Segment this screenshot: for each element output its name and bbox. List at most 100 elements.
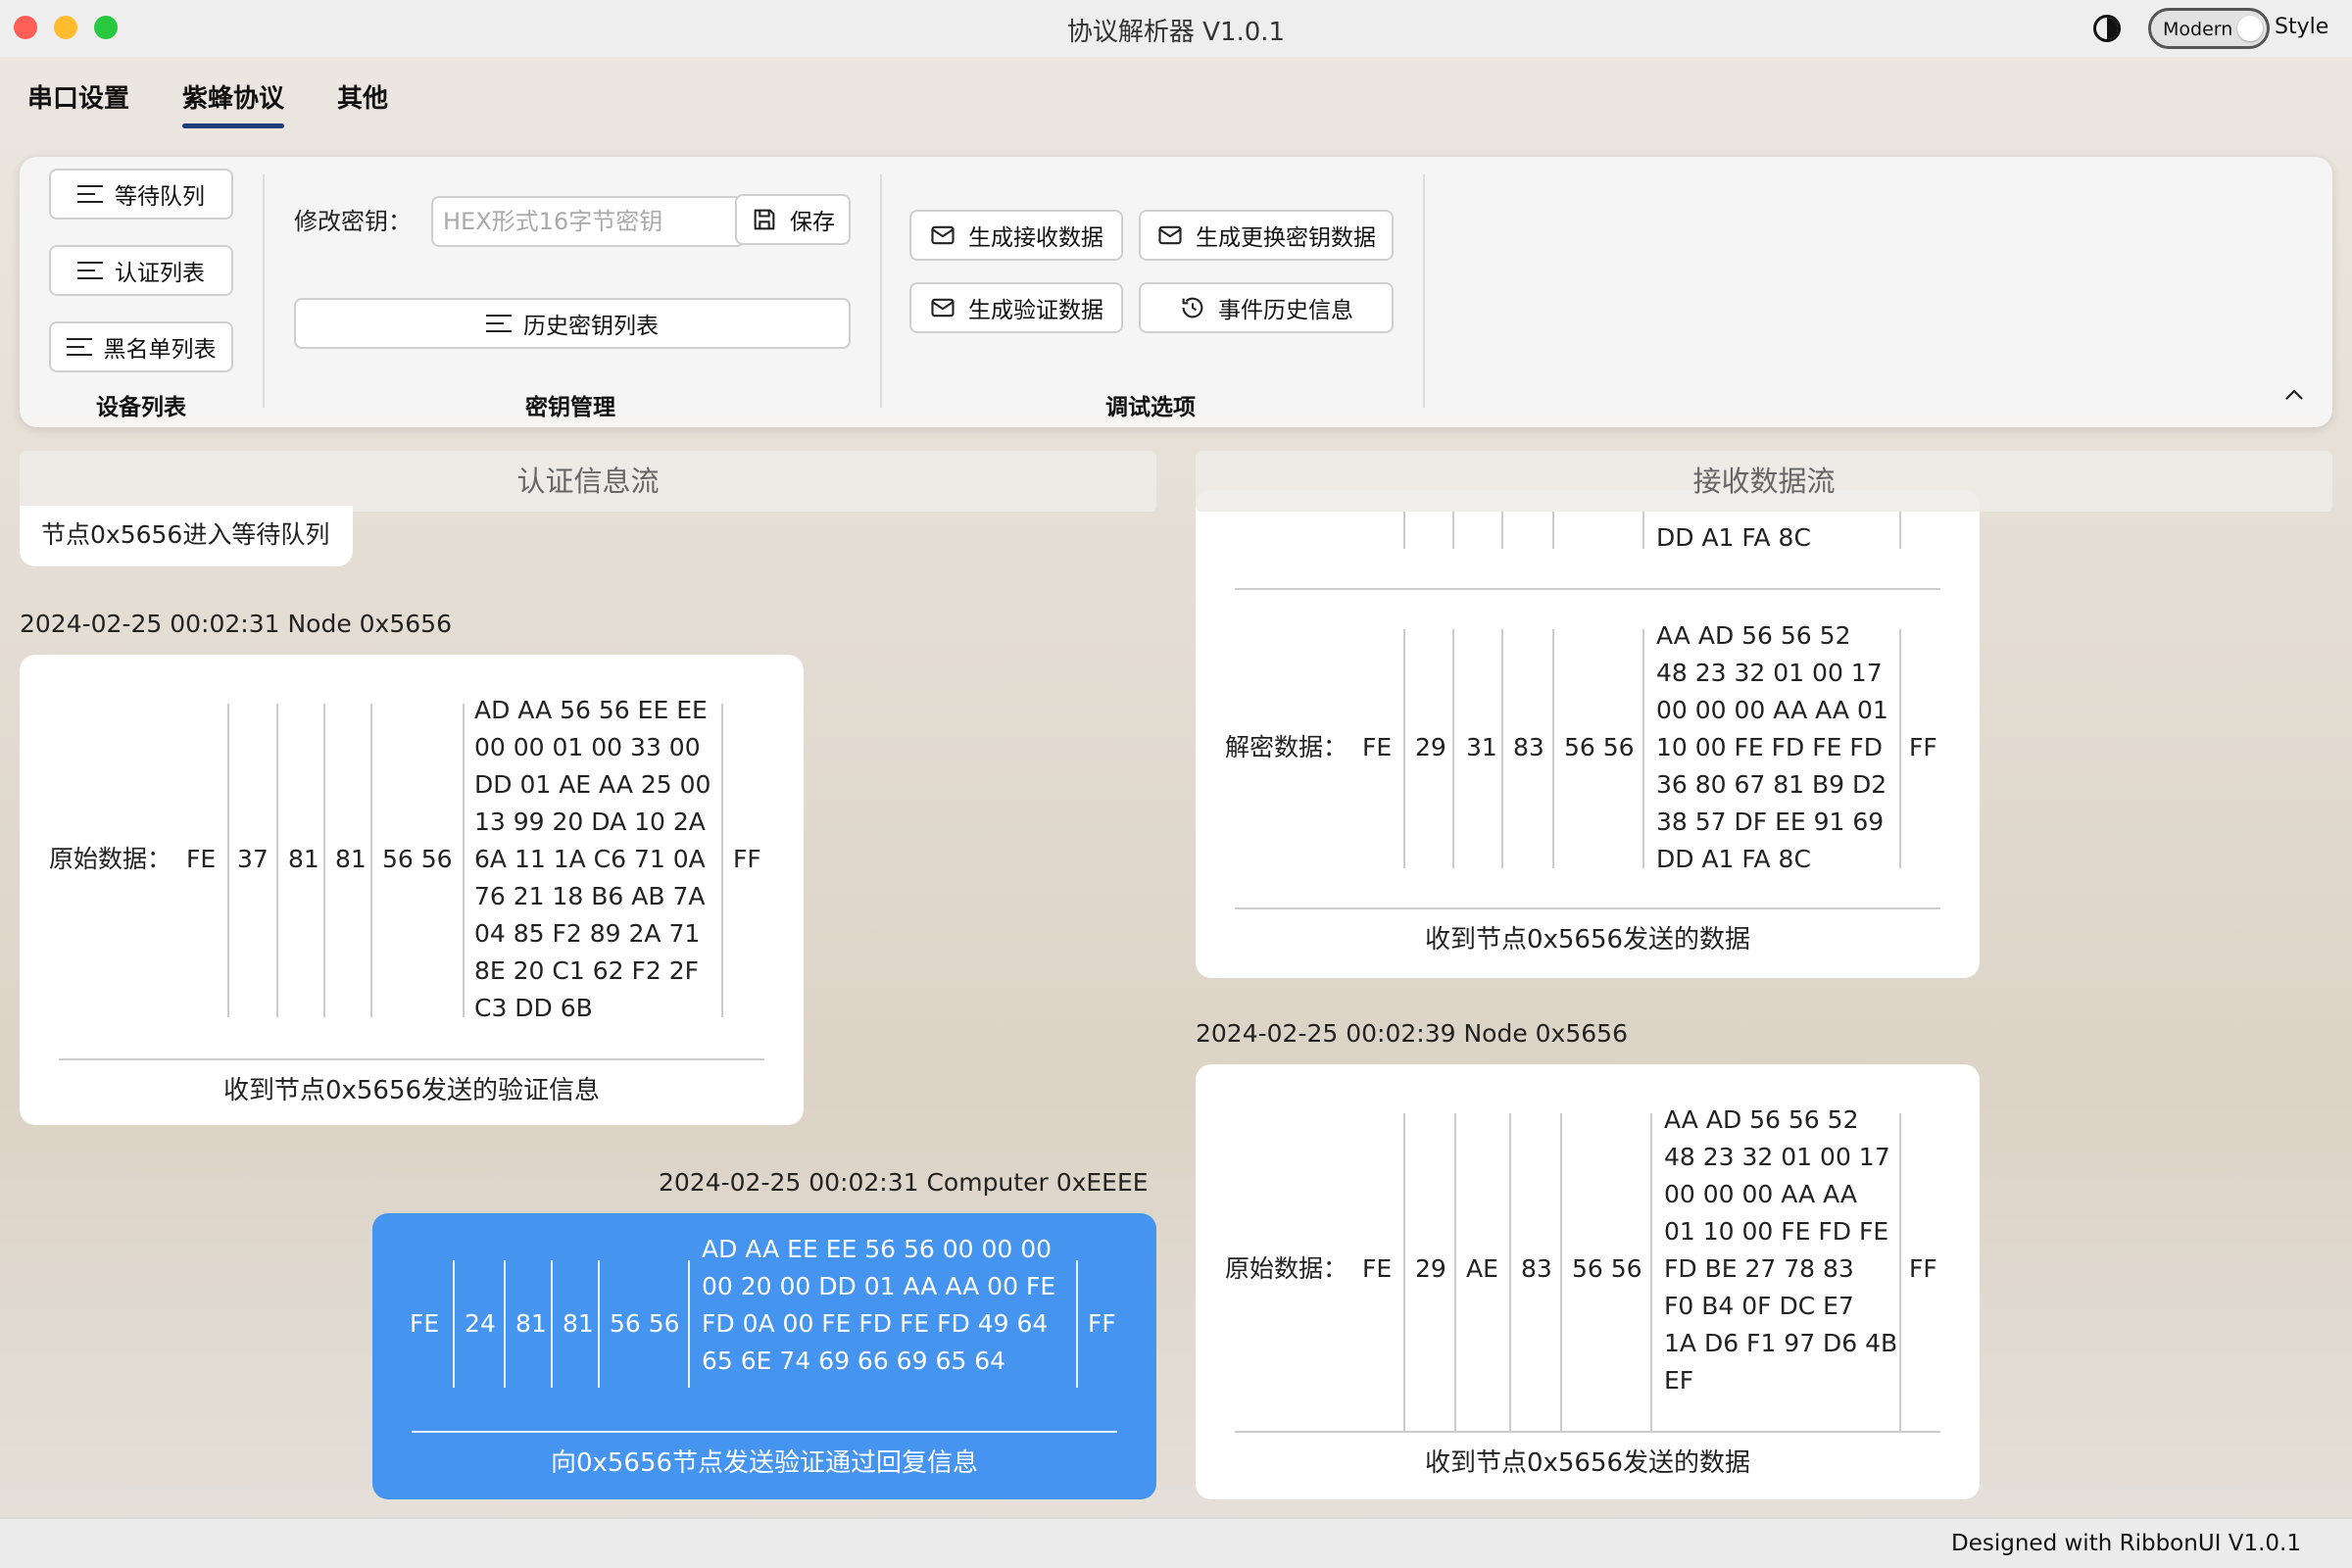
auth-list-button[interactable]: 认证列表 (49, 245, 233, 296)
save-icon (754, 209, 775, 230)
frame-cell: 24 (465, 1309, 496, 1338)
cell-divider (1642, 512, 1644, 549)
tab-serial-settings[interactable]: 串口设置 (27, 78, 129, 128)
cell-divider (1501, 512, 1503, 549)
raw-message-card: 原始数据： FE 29 AE 83 56 56 AA AD 56 56 52 4… (1196, 1064, 1980, 1499)
frame-cell: 81 (288, 845, 319, 873)
style-toggle-label: Modern (2163, 19, 2233, 40)
cell-divider (1403, 1113, 1405, 1433)
cell-divider (1899, 1113, 1901, 1433)
data-label: 原始数据： (1225, 1254, 1348, 1283)
decrypted-message-card: DD A1 FA 8C 解密数据： FE 29 31 83 56 56 AA A… (1196, 490, 1980, 978)
cell-divider (1560, 1113, 1562, 1433)
cell-divider (551, 1260, 553, 1388)
frame-cell: AE (1466, 1254, 1498, 1283)
message-caption: 收到节点0x5656发送的数据 (1424, 925, 1751, 955)
key-history-button[interactable]: 历史密钥列表 (294, 298, 851, 349)
frame-cell: 83 (1521, 1254, 1552, 1283)
payload-cell: DD A1 FA 8C (1656, 523, 1811, 552)
row-divider (1235, 588, 1940, 590)
list-icon (77, 185, 103, 203)
frame-cell: FF (1909, 1254, 1937, 1283)
tab-zigbee-protocol[interactable]: 紫蜂协议 (182, 78, 285, 128)
mail-icon (1158, 225, 1182, 245)
collapse-ribbon-icon[interactable] (2283, 384, 2305, 406)
cell-divider (370, 704, 372, 1017)
data-label: 原始数据： (49, 845, 172, 873)
log-timestamp: 2024-02-25 00:02:39 Node 0x5656 (1196, 1019, 1628, 1048)
frame-cell: 83 (1513, 733, 1544, 761)
frame-cell: FE (186, 845, 217, 873)
blacklist-button[interactable]: 黑名单列表 (49, 321, 233, 372)
waiting-queue-notice: 节点0x5656进入等待队列 (20, 506, 353, 566)
key-input[interactable] (431, 196, 745, 247)
contrast-icon[interactable] (2093, 15, 2121, 42)
style-label: Style (2275, 15, 2329, 39)
cell-divider (1452, 512, 1454, 549)
cell-divider (598, 1260, 600, 1388)
toggle-knob (2237, 16, 2263, 41)
cell-divider (1509, 1113, 1511, 1433)
recv-stream-header: 接收数据流 (1196, 451, 2332, 512)
cell-divider (227, 704, 229, 1017)
message-caption: 收到节点0x5656发送的数据 (1424, 1448, 1751, 1478)
cell-divider (1650, 1113, 1652, 1433)
title-bar: 协议解析器 V1.0.1 Modern Style (0, 0, 2352, 57)
frame-cell: FF (733, 845, 761, 873)
history-icon (1182, 297, 1203, 318)
debug-group-label: 调试选项 (1105, 395, 1196, 420)
group-divider (1423, 174, 1425, 408)
modify-key-label: 修改密钥： (294, 208, 412, 235)
auth-message-card: 原始数据： FE 37 81 81 56 56 AD AA 56 56 EE E… (20, 655, 804, 1125)
cell-divider (688, 1260, 690, 1388)
gen-receive-data-button[interactable]: 生成接收数据 (909, 210, 1123, 261)
caption-divider (412, 1431, 1117, 1433)
cell-divider (323, 704, 325, 1017)
frame-cell: 37 (237, 845, 269, 873)
cell-divider (1899, 629, 1901, 868)
caption-divider (1235, 907, 1940, 909)
cell-divider (1642, 629, 1644, 868)
list-icon (77, 262, 103, 279)
event-history-button[interactable]: 事件历史信息 (1139, 282, 1394, 333)
style-toggle[interactable]: Modern (2148, 8, 2270, 49)
data-label: 解密数据： (1225, 733, 1348, 761)
log-timestamp: 2024-02-25 00:02:31 Computer 0xEEEE (659, 1168, 1149, 1197)
payload-cell: AA AD 56 56 52 48 23 32 01 00 17 00 00 0… (1664, 1105, 1898, 1395)
cell-divider (1501, 629, 1503, 868)
caption-divider (1235, 1431, 1940, 1433)
list-icon (486, 315, 512, 332)
gen-change-key-data-button[interactable]: 生成更换密钥数据 (1139, 210, 1394, 261)
cell-divider (1454, 1113, 1456, 1433)
cell-divider (1076, 1260, 1078, 1388)
status-bar: Designed with RibbonUI V1.0.1 (0, 1517, 2352, 1568)
frame-cell: 29 (1415, 733, 1446, 761)
save-key-button[interactable]: 保存 (735, 194, 851, 245)
ribbon-panel: 等待队列 认证列表 黑名单列表 设备列表 修改密钥： 保存 历史密钥列表 密钥管… (20, 157, 2332, 427)
cell-divider (1403, 512, 1405, 549)
frame-cell: 56 56 (1572, 1254, 1642, 1283)
cell-divider (721, 704, 723, 1017)
frame-cell: 56 56 (1564, 733, 1635, 761)
frame-cell: FF (1088, 1309, 1116, 1338)
cell-divider (1552, 629, 1554, 868)
frame-cell: 81 (335, 845, 367, 873)
tab-other[interactable]: 其他 (337, 78, 388, 128)
mail-icon (931, 298, 955, 318)
frame-cell: FE (1362, 1254, 1393, 1283)
frame-cell: 29 (1415, 1254, 1446, 1283)
ribbon-tabs: 串口设置 紫蜂协议 其他 (27, 78, 388, 128)
waiting-queue-button[interactable]: 等待队列 (49, 169, 233, 220)
cell-divider (453, 1260, 455, 1388)
frame-cell: FF (1909, 733, 1937, 761)
frame-cell: FE (1362, 733, 1393, 761)
log-timestamp: 2024-02-25 00:02:31 Node 0x5656 (20, 610, 452, 638)
frame-cell: 81 (515, 1309, 547, 1338)
caption-divider (59, 1058, 764, 1060)
status-text: Designed with RibbonUI V1.0.1 (1951, 1531, 2301, 1556)
window-title: 协议解析器 V1.0.1 (1066, 18, 1286, 47)
payload-cell: AA AD 56 56 52 48 23 32 01 00 17 00 00 0… (1656, 621, 1888, 873)
cell-divider (1552, 512, 1554, 549)
auth-stream-header: 认证信息流 (20, 451, 1156, 512)
gen-auth-data-button[interactable]: 生成验证数据 (909, 282, 1123, 333)
